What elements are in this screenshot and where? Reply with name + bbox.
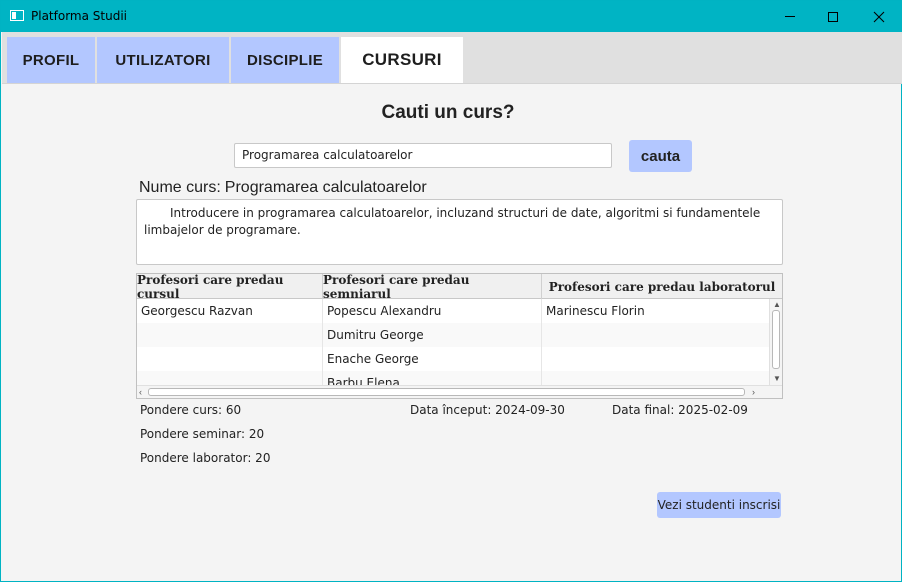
column-header-seminar[interactable]: Profesori care predau semniarul	[323, 274, 542, 301]
tab-bar: PROFIL UTILIZATORI DISCIPLIE CURSURI	[2, 32, 902, 84]
table-cell	[137, 323, 323, 347]
course-name-line: Nume curs: Programarea calculatoarelor	[139, 179, 427, 197]
table-cell	[542, 371, 769, 385]
title-bar[interactable]: Platforma Studii	[1, 1, 901, 32]
table-cell: Enache George	[323, 347, 542, 371]
table-cell: Georgescu Razvan	[137, 299, 323, 323]
table-cell: Barbu Elena	[323, 371, 542, 385]
vertical-scroll-thumb[interactable]	[772, 310, 780, 369]
maximize-icon	[828, 11, 838, 22]
maximize-button[interactable]	[810, 1, 856, 32]
scroll-right-icon[interactable]: ›	[752, 387, 755, 397]
table-cell	[137, 347, 323, 371]
horizontal-scrollbar[interactable]: ‹ ›	[137, 385, 782, 398]
table-cell: Marinescu Florin	[546, 304, 645, 318]
window-title: Platforma Studii	[31, 9, 127, 23]
view-enrolled-students-button[interactable]: Vezi studenti inscrisi	[657, 492, 781, 518]
minimize-button[interactable]	[767, 1, 813, 32]
tab-profil[interactable]: PROFIL	[7, 37, 95, 83]
table-cell	[542, 347, 769, 371]
table-cell: Popescu Alexandru	[323, 299, 542, 323]
professors-table[interactable]: Profesori care predau cursul Profesori c…	[136, 273, 783, 399]
course-name-label: Nume curs:	[139, 179, 221, 196]
vertical-scrollbar[interactable]: ▲ ▼	[769, 299, 782, 385]
pondere-seminar-label: Pondere seminar: 20	[140, 427, 265, 441]
table-row[interactable]: Georgescu Razvan Popescu Alexandru Marin…	[137, 299, 769, 323]
app-window: Platforma Studii PROFIL UTILIZATORI DISC…	[0, 0, 902, 582]
course-search-input[interactable]: Programarea calculatoarelor	[234, 143, 612, 168]
tab-utilizatori[interactable]: UTILIZATORI	[97, 37, 229, 83]
page-heading: Cauti un curs?	[381, 102, 515, 123]
pondere-curs-label: Pondere curs: 60	[140, 403, 242, 417]
scroll-down-icon[interactable]: ▼	[773, 375, 781, 383]
table-row[interactable]: Barbu Elena	[137, 371, 769, 385]
app-icon	[10, 10, 24, 21]
tab-discipline[interactable]: DISCIPLIE	[231, 37, 339, 83]
pondere-laborator-label: Pondere laborator: 20	[140, 451, 271, 465]
table-cell	[137, 371, 323, 385]
close-button[interactable]	[856, 1, 902, 32]
table-row[interactable]: Dumitru George	[137, 323, 769, 347]
tab-cursuri[interactable]: CURSURI	[341, 37, 463, 83]
table-row[interactable]: Enache George	[137, 347, 769, 371]
minimize-icon	[785, 16, 795, 17]
table-header: Profesori care predau cursul Profesori c…	[137, 274, 782, 301]
course-name-value: Programarea calculatoarelor	[224, 179, 427, 196]
table-body: Georgescu Razvan Popescu Alexandru Marin…	[137, 299, 769, 385]
course-description-area[interactable]: Introducere in programarea calculatoarel…	[136, 199, 783, 265]
start-date-label: Data început: 2024-09-30	[410, 403, 565, 417]
close-icon	[873, 11, 885, 22]
scroll-left-icon[interactable]: ‹	[139, 387, 142, 397]
search-button[interactable]: cauta	[629, 140, 692, 172]
column-header-laborator[interactable]: Profesori care predau laboratorul	[542, 274, 782, 299]
scroll-up-icon[interactable]: ▲	[773, 301, 781, 309]
table-cell	[542, 323, 769, 347]
table-cell: Dumitru George	[323, 323, 542, 347]
column-header-curs[interactable]: Profesori care predau cursul	[137, 274, 323, 301]
end-date-label: Data final: 2025-02-09	[612, 403, 748, 417]
horizontal-scroll-thumb[interactable]	[148, 388, 745, 396]
